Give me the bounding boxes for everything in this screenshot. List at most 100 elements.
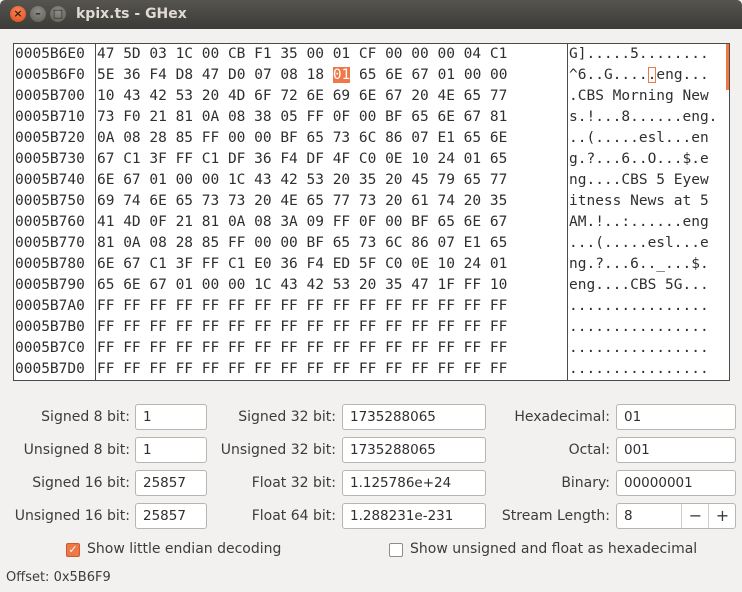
hex-byte[interactable]: 00 (490, 67, 507, 83)
offset-cell: 0005B7B0 (15, 319, 85, 335)
offset-cell: 0005B710 (15, 109, 85, 125)
ascii-char[interactable]: . (621, 67, 630, 83)
hex-row[interactable]: 47 5D 03 1C 00 CB F1 35 00 01 CF 00 00 0… (96, 44, 567, 65)
binary-field[interactable]: 00000001 (616, 470, 736, 496)
hex-byte[interactable]: 07 (254, 67, 271, 83)
ascii-row[interactable]: ................ (568, 296, 729, 317)
hex-row[interactable]: 65 6E 67 01 00 00 1C 43 42 53 20 35 47 1… (96, 275, 567, 296)
hex-row[interactable]: 0A 08 28 85 FF 00 00 BF 65 73 6C 86 07 E… (96, 128, 567, 149)
signed8-field[interactable]: 1 (135, 404, 207, 430)
hex-byte[interactable]: 08 (280, 67, 297, 83)
float64-field[interactable]: 1.288231e-231 (342, 503, 486, 529)
hex-byte[interactable]: 01 (332, 67, 351, 83)
hex-row[interactable]: 81 0A 08 28 85 FF 00 00 BF 65 73 6C 86 0… (96, 233, 567, 254)
hex-row[interactable]: FF FF FF FF FF FF FF FF FF FF FF FF FF F… (96, 296, 567, 317)
hex-row[interactable]: 67 C1 3F FF C1 DF 36 F4 DF 4F C0 0E 10 2… (96, 149, 567, 170)
ascii-char[interactable]: g (674, 67, 683, 83)
ascii-row[interactable]: ng.?...6.._...$. (568, 254, 729, 275)
hex-row[interactable]: 41 4D 0F 21 81 0A 08 3A 09 FF 0F 00 BF 6… (96, 212, 567, 233)
ascii-char[interactable]: G (604, 67, 613, 83)
ascii-row[interactable]: ................ (568, 359, 729, 380)
hex-byte[interactable]: 47 (202, 67, 219, 83)
ascii-char[interactable]: . (586, 67, 595, 83)
offset-cell: 0005B770 (15, 235, 85, 251)
offset-cell: 0005B7C0 (15, 340, 85, 356)
hex-byte[interactable]: 18 (307, 67, 324, 83)
hex-row[interactable]: 73 F0 21 81 0A 08 38 05 FF 0F 00 BF 65 6… (96, 107, 567, 128)
ascii-row[interactable]: ^6..G.....eng... (568, 65, 729, 86)
hex-editor-panel[interactable]: 0005B6E0 0005B6F0 0005B700 0005B710 0005B720… (13, 43, 730, 381)
float32-field[interactable]: 1.125786e+24 (342, 470, 486, 496)
hex-byte[interactable]: 6E (385, 67, 402, 83)
ascii-row[interactable]: eng....CBS 5G... (568, 275, 729, 296)
increment-button[interactable]: + (708, 504, 736, 528)
ascii-row[interactable]: ................ (568, 317, 729, 338)
unsigned32-label: Unsigned 32 bit: (220, 442, 336, 458)
hex-row[interactable]: 69 74 6E 65 73 73 20 4E 65 77 73 20 61 7… (96, 191, 567, 212)
hex-row[interactable]: 10 43 42 53 20 4D 6F 72 6E 69 6E 67 20 4… (96, 86, 567, 107)
ascii-char[interactable]: n (665, 67, 674, 83)
ascii-char[interactable]: . (630, 67, 639, 83)
hex-byte[interactable]: 00 (464, 67, 481, 83)
hex-row[interactable]: 6E 67 01 00 00 1C 43 42 53 20 35 20 45 7… (96, 170, 567, 191)
hex-column[interactable]: 47 5D 03 1C 00 CB F1 35 00 01 CF 00 00 0… (95, 44, 568, 380)
octal-label: Octal: (568, 442, 610, 458)
ascii-char[interactable]: . (683, 67, 692, 83)
hex-byte[interactable]: 01 (438, 67, 455, 83)
ascii-row[interactable]: AM.!..:......eng (568, 212, 729, 233)
ascii-char[interactable]: . (700, 67, 709, 83)
hex-row[interactable]: FF FF FF FF FF FF FF FF FF FF FF FF FF F… (96, 338, 567, 359)
offset-cell: 0005B790 (15, 277, 85, 293)
unsigned-hex-label[interactable]: Show unsigned and float as hexadecimal (410, 541, 697, 557)
ascii-row[interactable]: ................ (568, 338, 729, 359)
float64-label: Float 64 bit: (251, 508, 336, 524)
little-endian-label[interactable]: Show little endian decoding (87, 541, 281, 557)
ascii-row[interactable]: itness News at 5 (568, 191, 729, 212)
stream-length-spinner[interactable]: 8 − + (616, 503, 736, 529)
hex-row[interactable]: FF FF FF FF FF FF FF FF FF FF FF FF FF F… (96, 317, 567, 338)
stream-length-value[interactable]: 8 (624, 504, 633, 528)
hex-byte[interactable]: D8 (176, 67, 193, 83)
ascii-column[interactable]: G].....5........ ^6..G.....eng... .CBS Mor… (568, 44, 729, 380)
hex-row[interactable]: FF FF FF FF FF FF FF FF FF FF FF FF FF F… (96, 359, 567, 380)
ascii-char[interactable]: ^ (569, 67, 578, 83)
signed16-field[interactable]: 25857 (135, 470, 207, 496)
ascii-row[interactable]: ..(.....esl...en (568, 128, 729, 149)
ascii-char[interactable]: . (691, 67, 700, 83)
close-icon[interactable]: × (10, 6, 26, 22)
scrollbar[interactable] (726, 44, 729, 90)
hex-row[interactable]: 6E 67 C1 3F FF C1 E0 36 F4 ED 5F C0 0E 1… (96, 254, 567, 275)
hex-byte[interactable]: 65 (359, 67, 376, 83)
octal-field[interactable]: 001 (616, 437, 736, 463)
hex-byte[interactable]: F4 (149, 67, 166, 83)
signed8-label: Signed 8 bit: (41, 409, 130, 425)
hexadecimal-field[interactable]: 01 (616, 404, 736, 430)
ascii-row[interactable]: s.!...8......eng. (568, 107, 729, 128)
hex-byte[interactable]: 5E (97, 67, 114, 83)
hex-byte[interactable]: D0 (228, 67, 245, 83)
binary-label: Binary: (561, 475, 610, 491)
unsigned16-field[interactable]: 25857 (135, 503, 207, 529)
signed32-field[interactable]: 1735288065 (342, 404, 486, 430)
ascii-row[interactable]: G].....5........ (568, 44, 729, 65)
hex-row[interactable]: 5E 36 F4 D8 47 D0 07 08 18 01 65 6E 67 0… (96, 65, 567, 86)
little-endian-checkbox[interactable]: ✓ (66, 543, 80, 557)
unsigned8-field[interactable]: 1 (135, 437, 207, 463)
ascii-row[interactable]: ...(.....esl...e (568, 233, 729, 254)
minimize-icon[interactable]: – (30, 6, 46, 22)
unsigned32-field[interactable]: 1735288065 (342, 437, 486, 463)
status-offset: Offset: 0x5B6F9 (6, 570, 111, 585)
ascii-char[interactable]: . (595, 67, 604, 83)
unsigned8-label: Unsigned 8 bit: (23, 442, 130, 458)
decrement-button[interactable]: − (681, 504, 709, 528)
maximize-icon[interactable]: □ (50, 6, 66, 22)
hex-byte[interactable]: 67 (411, 67, 428, 83)
ascii-row[interactable]: g.?...6..O...$.e (568, 149, 729, 170)
ascii-row[interactable]: ng....CBS 5 Eyew (568, 170, 729, 191)
hex-byte[interactable]: 36 (123, 67, 140, 83)
signed16-label: Signed 16 bit: (32, 475, 130, 491)
ascii-char[interactable]: e (656, 67, 665, 83)
ascii-char[interactable]: . (639, 67, 648, 83)
unsigned-hex-checkbox[interactable] (389, 543, 403, 557)
ascii-row[interactable]: .CBS Morning New (568, 86, 729, 107)
